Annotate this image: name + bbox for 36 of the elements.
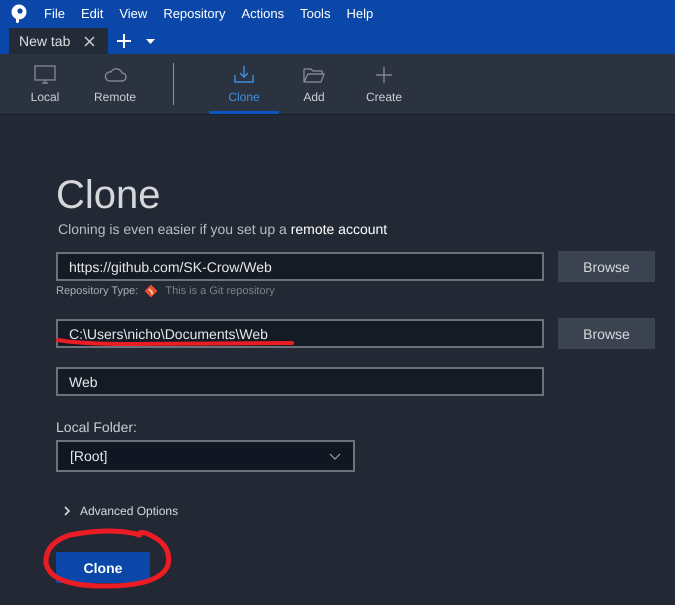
app-logo-icon [10,4,28,24]
caret-icon[interactable] [146,38,155,44]
menu-item[interactable]: Repository [155,0,234,28]
plus-icon[interactable] [116,33,132,49]
close-icon[interactable] [84,36,96,46]
name-field[interactable]: Web [56,367,544,396]
remote-account-link[interactable]: remote account [290,221,388,237]
local-folder-dropdown[interactable]: [Root] [56,440,355,472]
clone-button[interactable]: Clone [56,552,150,583]
field-label: Repository Type: [56,285,138,297]
repository-type: This is a Git repository [165,285,275,297]
menu-item[interactable]: Tools [292,0,338,28]
toolbar-tab[interactable]: Add [279,54,349,114]
page-title: Clone [56,172,162,219]
tab[interactable]: New tab [9,28,108,54]
menu-item[interactable]: Actions [233,0,292,28]
toolbar-tab[interactable]: Clone [209,54,279,114]
toolbar-tab[interactable]: Remote [80,54,150,114]
source-url-field[interactable]: https://github.com/SK-Crow/Web [56,252,544,281]
menu-item[interactable]: View [111,0,156,28]
browse-button[interactable]: Browse [558,251,655,282]
advanced-options-toggle[interactable]: Advanced Options [64,504,178,518]
menu-item[interactable]: Edit [72,0,112,28]
chevron-down-icon [329,452,341,460]
browse-button[interactable]: Browse [558,318,655,349]
menu-item[interactable]: Help [338,0,382,28]
destination-path-field[interactable]: C:\Users\nicho\Documents\Web [56,319,544,348]
field-label: Local Folder: [56,419,138,435]
subtitle: Cloning is even easier if you set up a remote account [58,221,388,237]
toolbar-tab[interactable]: Create [349,54,419,114]
menu-item[interactable]: File [36,0,73,28]
chevron-right-icon [64,506,70,516]
tab-label: New tab [19,33,70,49]
toolbar-tab[interactable]: Local [10,54,80,114]
download-icon [232,64,256,84]
monitor-icon [33,64,57,84]
